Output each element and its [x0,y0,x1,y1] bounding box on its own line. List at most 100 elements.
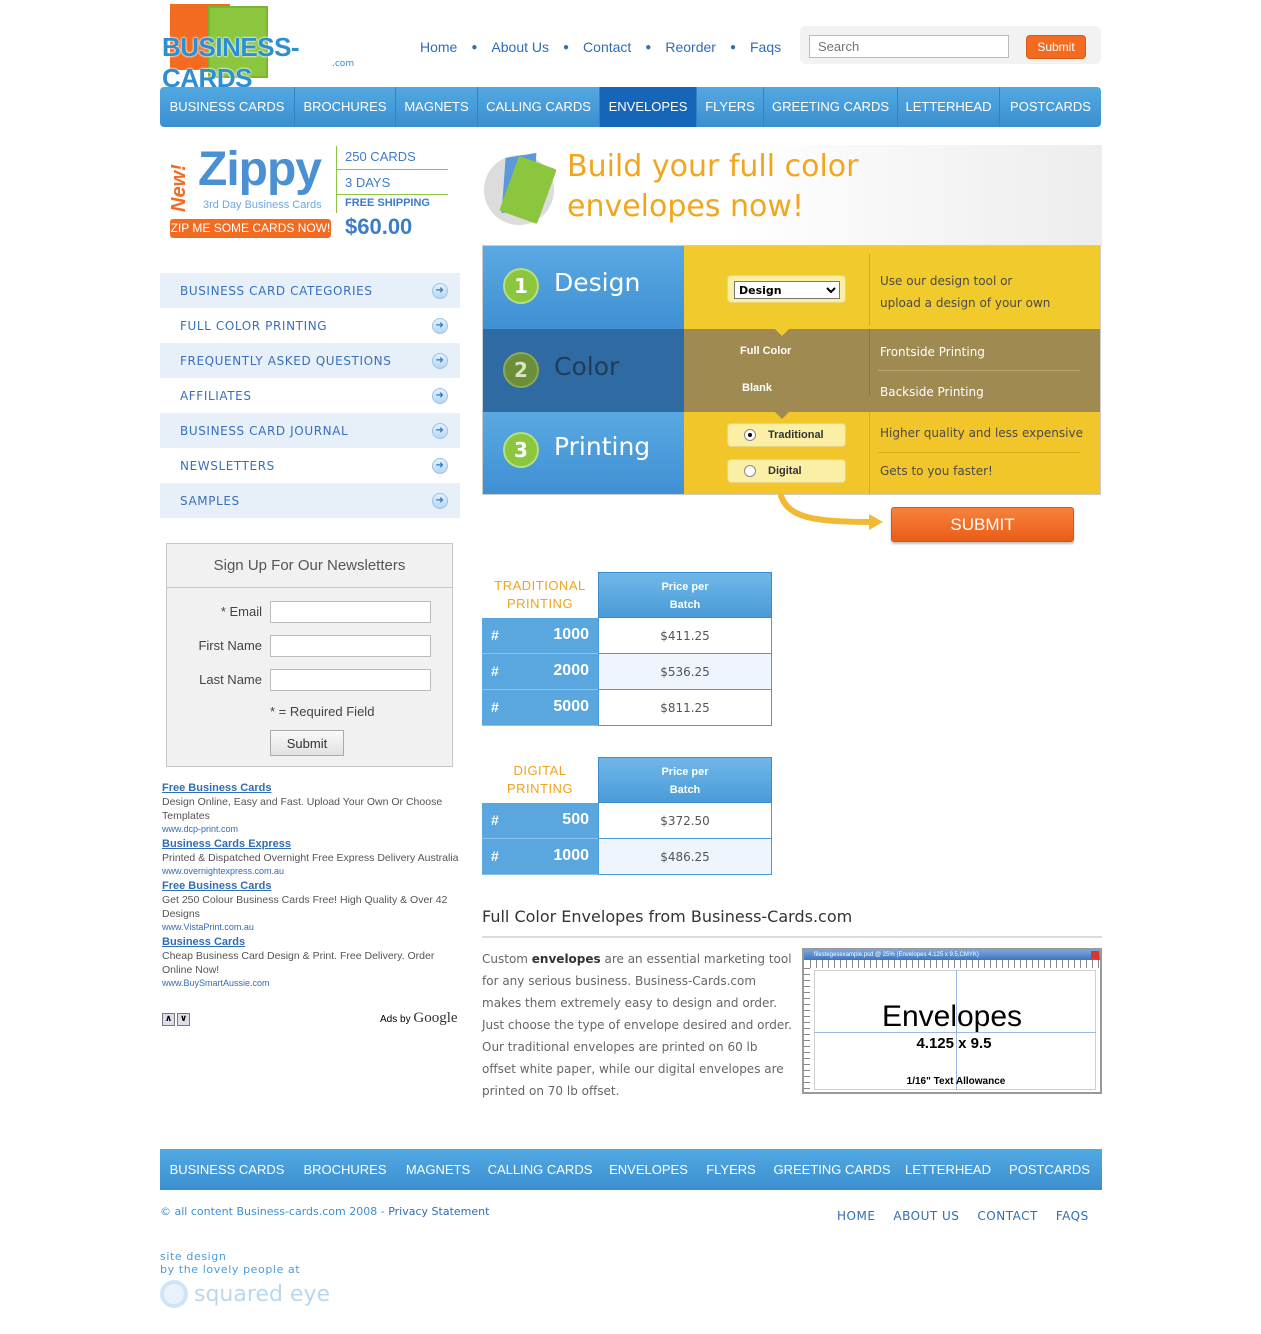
printing-option-digital[interactable]: Digital [727,459,846,483]
main-nav-business-cards[interactable]: BUSINESS CARDS [160,87,295,127]
newsletter-submit-button[interactable]: Submit [270,730,344,756]
search-submit-button[interactable]: Submit [1026,35,1086,59]
logo-suffix: .com [332,59,355,69]
table-label-line-2: PRINTING [506,596,574,611]
hero-headline: Build your full color envelopes now! [567,147,859,227]
ad-url[interactable]: www.overnightexpress.com.au [162,865,462,877]
footer-link-home[interactable]: HOME [837,1209,875,1223]
price-cell: $811.25 [598,690,772,726]
main-nav-calling-cards[interactable]: CALLING CARDS [478,87,600,127]
footer-nav-greeting-cards[interactable]: GREETING CARDS [765,1149,899,1190]
table-row[interactable]: # 500 $372.50 [482,803,772,839]
step-divider [869,254,870,326]
radio-selected-icon[interactable] [744,429,756,441]
promo-cta-button[interactable]: ZIP ME SOME CARDS NOW! [170,219,331,238]
side-item-business-card-journal[interactable]: BUSINESS CARD JOURNAL ➜ [160,413,460,448]
footer-nav-calling-cards[interactable]: CALLING CARDS [480,1149,600,1190]
arrow-right-icon: ➜ [432,282,448,299]
footer-nav-postcards[interactable]: POSTCARDS [997,1149,1102,1190]
promo-title: Zippy [198,143,322,196]
ad-title-link[interactable]: Free Business Cards [162,782,462,795]
footer-link-contact[interactable]: CONTACT [977,1209,1037,1223]
ad-item: Business Cards Cheap Business Card Desig… [162,936,462,989]
main-nav-letterhead[interactable]: LETTERHEAD [898,87,1000,127]
table-label: TRADITIONAL PRINTING [482,572,598,618]
top-nav-faqs[interactable]: Faqs [750,39,781,55]
arrow-right-icon: ➜ [432,352,448,369]
side-item-samples[interactable]: SAMPLES ➜ [160,483,460,518]
footer-link-about-us[interactable]: ABOUT US [893,1209,959,1223]
last-name-field[interactable] [270,669,431,691]
ad-title-link[interactable]: Free Business Cards [162,880,462,893]
email-field[interactable] [270,601,431,623]
ad-url[interactable]: www.BuySmartAussie.com [162,977,462,989]
footer-link-faqs[interactable]: FAQS [1056,1209,1089,1223]
ad-url[interactable]: www.dcp-print.com [162,823,462,835]
side-item-newsletters[interactable]: NEWSLETTERS ➜ [160,448,460,483]
top-nav-reorder[interactable]: Reorder [665,39,716,55]
main-nav-postcards[interactable]: POSTCARDS [1000,87,1101,127]
newsletter-first-name-row: First Name [167,635,454,657]
step-title: Color [554,352,620,381]
table-row[interactable]: # 5000 $811.25 [482,690,772,726]
table-row[interactable]: # 1000 $411.25 [482,618,772,654]
ad-description: Printed & Dispatched Overnight Free Expr… [162,852,459,864]
hash-icon: # [491,663,499,679]
top-nav-contact[interactable]: Contact [583,39,631,55]
ad-prev-icon[interactable]: ∧ [162,1013,175,1026]
footer-nav-letterhead[interactable]: LETTERHEAD [899,1149,997,1190]
price-cell: $411.25 [598,618,772,654]
design-select[interactable]: Design [734,281,840,299]
footer-nav: BUSINESS CARDS BROCHURES MAGNETS CALLING… [160,1149,1102,1190]
table-row[interactable]: # 1000 $486.25 [482,839,772,875]
ads-by-google[interactable]: Ads by Google [380,1010,458,1027]
step-number-badge: 3 [503,432,539,468]
footer-nav-brochures[interactable]: BROCHURES [294,1149,396,1190]
hash-icon: # [491,627,499,643]
site-logo[interactable]: BUSINESS-CARDS .com [160,2,370,93]
color-option-full-color[interactable]: Full Color [740,345,791,357]
top-nav-about-us[interactable]: About Us [491,39,549,55]
order-steps: 1 Design Design Use our design tool or u… [482,245,1101,495]
main-nav-envelopes[interactable]: ENVELOPES [600,87,697,127]
side-item-label: BUSINESS CARD JOURNAL [180,423,349,438]
main-nav-greeting-cards[interactable]: GREETING CARDS [764,87,898,127]
footer-nav-flyers[interactable]: FLYERS [697,1149,765,1190]
color-option-blank[interactable]: Blank [742,382,772,394]
side-item-affiliates[interactable]: AFFILIATES ➜ [160,378,460,413]
quantity-cell: # 2000 [482,654,598,690]
footer-nav-magnets[interactable]: MAGNETS [396,1149,480,1190]
search-input[interactable] [809,35,1009,58]
side-item-full-color-printing[interactable]: FULL COLOR PRINTING ➜ [160,308,460,343]
order-submit-button[interactable]: SUBMIT [891,507,1074,542]
footer-nav-envelopes[interactable]: ENVELOPES [600,1149,697,1190]
ad-title-link[interactable]: Business Cards Express [162,838,462,851]
main-nav-brochures[interactable]: BROCHURES [295,87,396,127]
main-nav-magnets[interactable]: MAGNETS [396,87,478,127]
squared-eye-logo[interactable]: squared eye [160,1280,330,1308]
quantity-cell: # 1000 [482,839,598,875]
printing-option-traditional[interactable]: Traditional [727,423,846,447]
step-printing: 3 Printing Traditional Digital Higher qu… [483,412,1100,494]
top-nav-home[interactable]: Home [420,39,457,55]
main-nav-flyers[interactable]: FLYERS [697,87,764,127]
copyright-text: © all content Business-cards.com 2008 - [160,1205,389,1218]
squared-eye-text: squared eye [194,1281,330,1307]
side-item-business-card-categories[interactable]: BUSINESS CARD CATEGORIES ➜ [160,273,460,308]
zippy-promo[interactable]: New! Zippy 3rd Day Business Cards ZIP ME… [160,140,460,250]
promo-price: $60.00 [345,214,413,239]
ad-item: Business Cards Express Printed & Dispatc… [162,838,462,877]
side-item-faq[interactable]: FREQUENTLY ASKED QUESTIONS ➜ [160,343,460,378]
flow-arrow-icon [778,493,883,530]
ad-url[interactable]: www.VistaPrint.com.au [162,921,462,933]
table-row[interactable]: # 2000 $536.25 [482,654,772,690]
radio-unselected-icon[interactable] [744,465,756,477]
quantity-value: 500 [562,811,589,828]
arrow-right-icon: ➜ [432,317,448,334]
footer-nav-business-cards[interactable]: BUSINESS CARDS [160,1149,294,1190]
privacy-link[interactable]: Privacy Statement [388,1205,489,1218]
ad-next-icon[interactable]: ∨ [177,1013,190,1026]
site-credit: site design by the lovely people at [160,1250,300,1276]
first-name-field[interactable] [270,635,431,657]
ad-title-link[interactable]: Business Cards [162,936,462,949]
